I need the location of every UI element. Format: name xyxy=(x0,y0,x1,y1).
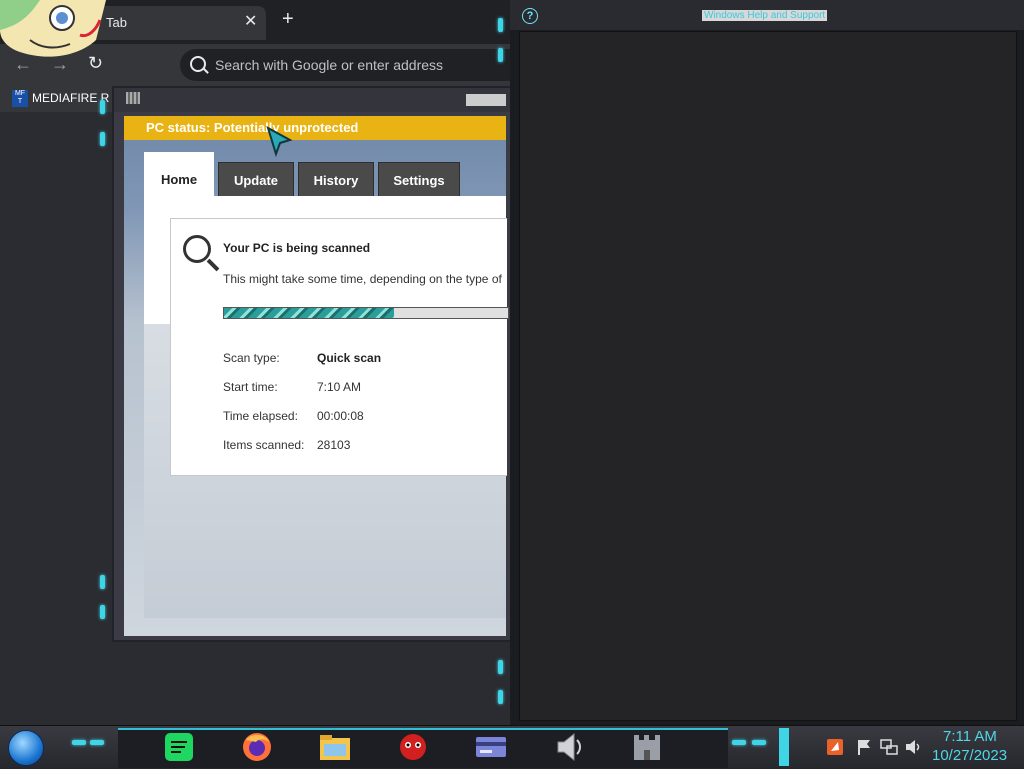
neon-accent xyxy=(72,740,86,745)
help-content xyxy=(519,31,1017,721)
neon-accent xyxy=(498,690,503,704)
neon-accent xyxy=(90,740,104,745)
network-icon[interactable] xyxy=(880,738,898,756)
scan-type-value: Quick scan xyxy=(317,351,382,365)
defender-titlebar[interactable] xyxy=(114,88,510,112)
mascot-avatar xyxy=(0,0,106,57)
spotify-icon[interactable] xyxy=(160,730,198,764)
mouse-cursor-icon xyxy=(266,126,293,158)
bookmark-mediafire[interactable]: MEDIAFIRE R xyxy=(32,91,109,105)
time-elapsed-value: 00:00:08 xyxy=(317,409,364,423)
magnifier-icon xyxy=(183,235,211,263)
clock-date[interactable]: 10/27/2023 xyxy=(932,747,1007,764)
red-mascot-icon[interactable] xyxy=(394,730,432,764)
file-explorer-icon[interactable] xyxy=(316,730,354,764)
scan-title: Your PC is being scanned xyxy=(223,241,371,255)
address-bar[interactable]: Search with Google or enter address xyxy=(180,49,510,81)
scan-card: Your PC is being scanned This might take… xyxy=(170,218,509,476)
taskbar: 7:11 AM 10/27/2023 xyxy=(0,725,1024,769)
neon-accent xyxy=(498,48,503,62)
castle-icon[interactable] xyxy=(628,730,666,764)
action-center-flag-icon[interactable] xyxy=(856,738,872,756)
speaker-app-icon[interactable] xyxy=(550,730,588,764)
neon-accent xyxy=(100,605,105,619)
card-icon[interactable] xyxy=(472,730,510,764)
pc-status-text: PC status: Potentially unprotected xyxy=(146,120,359,135)
browser-tab[interactable]: Tab ✕ xyxy=(96,6,266,40)
tab-update[interactable]: Update xyxy=(218,162,294,197)
tray-app-icon[interactable] xyxy=(826,738,844,756)
start-time-label: Start time: xyxy=(223,380,278,394)
start-button[interactable] xyxy=(8,730,44,766)
scan-progress-bar xyxy=(223,307,509,319)
address-placeholder: Search with Google or enter address xyxy=(215,57,444,73)
volume-icon[interactable] xyxy=(904,738,922,756)
neon-accent xyxy=(100,100,105,114)
help-window-title: Windows Help and Support xyxy=(702,10,828,21)
new-tab-button[interactable]: + xyxy=(282,9,294,29)
neon-accent xyxy=(732,740,746,745)
scan-description: This might take some time, depending on … xyxy=(223,272,502,286)
scan-type-label: Scan type: xyxy=(223,351,280,365)
defender-window: PC status: Potentially unprotected Home … xyxy=(112,86,512,642)
neon-accent xyxy=(100,575,105,589)
mediafire-icon: MF T xyxy=(12,90,28,107)
time-elapsed-label: Time elapsed: xyxy=(223,409,298,423)
firefox-icon[interactable] xyxy=(238,730,276,764)
neon-accent xyxy=(752,740,766,745)
clock-time[interactable]: 7:11 AM xyxy=(943,728,997,745)
defender-client: PC status: Potentially unprotected Home … xyxy=(124,116,509,636)
help-titlebar[interactable]: ? Windows Help and Support xyxy=(510,0,1024,30)
tab-title: Tab xyxy=(106,15,127,30)
start-time-value: 7:10 AM xyxy=(317,380,362,394)
tab-history[interactable]: History xyxy=(298,162,374,197)
help-question-icon: ? xyxy=(522,8,538,24)
tab-close-icon[interactable]: ✕ xyxy=(244,11,257,31)
status-bar: PC status: Potentially unprotected xyxy=(124,116,506,140)
neon-accent xyxy=(498,660,503,674)
tab-home[interactable]: Home xyxy=(144,152,214,198)
help-window: ? Windows Help and Support xyxy=(510,0,1024,725)
neon-accent xyxy=(100,132,105,146)
search-icon xyxy=(190,56,206,72)
tab-settings[interactable]: Settings xyxy=(378,162,460,197)
defender-title-fragment xyxy=(466,94,506,106)
defender-window-icon xyxy=(126,92,140,104)
scan-progress-fill xyxy=(224,308,394,318)
neon-accent xyxy=(498,18,503,32)
items-scanned-value: 28103 xyxy=(317,438,351,452)
show-desktop-button[interactable] xyxy=(779,728,789,766)
items-scanned-label: Items scanned: xyxy=(223,438,305,452)
